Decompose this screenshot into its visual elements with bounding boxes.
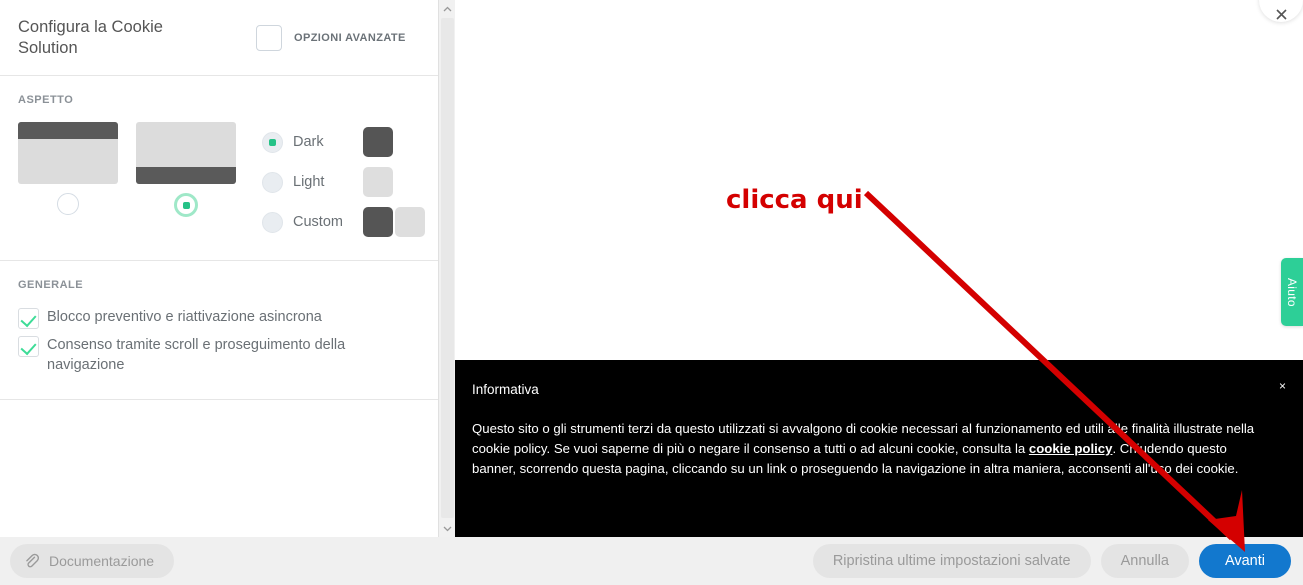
layout-radio-top[interactable] bbox=[57, 193, 79, 215]
layout-choices bbox=[18, 122, 254, 217]
option-consenso-scroll[interactable]: Consenso tramite scroll e proseguimento … bbox=[18, 335, 420, 375]
app-root: Configura la Cookie Solution OPZIONI AVA… bbox=[0, 0, 1303, 585]
theme-label-dark: Dark bbox=[293, 134, 324, 150]
advanced-options-label: OPZIONI AVANZATE bbox=[294, 31, 406, 44]
cookie-banner: Informativa Questo sito o gli strumenti … bbox=[455, 360, 1303, 537]
checkbox-consenso-scroll[interactable] bbox=[18, 336, 39, 357]
close-icon[interactable] bbox=[1259, 0, 1303, 22]
layout-option-banner-top[interactable] bbox=[18, 122, 118, 217]
generale-section: GENERALE Blocco preventivo e riattivazio… bbox=[0, 261, 438, 400]
preview-area: Aiuto Informativa Questo sito o gli stru… bbox=[455, 0, 1303, 537]
chevron-up-icon[interactable] bbox=[439, 0, 456, 17]
next-button[interactable]: Avanti bbox=[1198, 544, 1291, 578]
theme-swatch-custom-fg[interactable] bbox=[395, 207, 425, 237]
checkbox-blocco-preventivo[interactable] bbox=[18, 308, 39, 329]
documentation-label: Documentazione bbox=[49, 553, 155, 569]
theme-swatch-dark[interactable] bbox=[363, 127, 393, 157]
theme-choices: Dark Light Custom bbox=[262, 122, 425, 242]
theme-swatch-light[interactable] bbox=[363, 167, 393, 197]
layout-preview-bottom[interactable] bbox=[136, 122, 236, 184]
paperclip-icon bbox=[24, 553, 40, 569]
cookie-banner-close-icon[interactable]: × bbox=[1279, 380, 1286, 392]
layout-radio-bottom[interactable] bbox=[174, 193, 198, 217]
scrollbar-thumb[interactable] bbox=[441, 18, 454, 518]
documentation-button[interactable]: Documentazione bbox=[10, 544, 175, 578]
help-tab[interactable]: Aiuto bbox=[1281, 258, 1303, 326]
layout-option-banner-bottom[interactable] bbox=[136, 122, 236, 217]
option-blocco-preventivo[interactable]: Blocco preventivo e riattivazione asincr… bbox=[18, 307, 420, 329]
layout-preview-top[interactable] bbox=[18, 122, 118, 184]
advanced-options-checkbox[interactable] bbox=[256, 24, 282, 51]
chevron-down-icon[interactable] bbox=[439, 520, 456, 537]
theme-radio-custom[interactable] bbox=[262, 211, 283, 233]
cancel-button[interactable]: Annulla bbox=[1100, 544, 1189, 578]
cookie-banner-title: Informativa bbox=[472, 382, 539, 397]
layout-bar bbox=[18, 122, 118, 139]
theme-label-custom: Custom bbox=[293, 214, 343, 230]
generale-section-title: GENERALE bbox=[18, 279, 84, 291]
panel-scrollbar[interactable] bbox=[438, 0, 455, 537]
cookie-policy-link[interactable]: cookie policy bbox=[1029, 441, 1113, 456]
theme-swatch-custom-bg[interactable] bbox=[363, 207, 393, 237]
theme-radio-dark[interactable] bbox=[262, 131, 283, 153]
theme-option-dark[interactable]: Dark bbox=[262, 122, 425, 162]
cookie-banner-body: Questo sito o gli strumenti terzi da que… bbox=[472, 419, 1272, 479]
theme-option-custom[interactable]: Custom bbox=[262, 202, 425, 242]
help-tab-label: Aiuto bbox=[1285, 277, 1299, 307]
restore-settings-button[interactable]: Ripristina ultime impostazioni salvate bbox=[812, 544, 1091, 578]
aspetto-section-title: ASPETTO bbox=[18, 94, 74, 106]
theme-label-light: Light bbox=[293, 174, 325, 190]
config-panel: Configura la Cookie Solution OPZIONI AVA… bbox=[0, 0, 438, 537]
aspetto-section: ASPETTO Dark Light Custom bbox=[0, 76, 438, 261]
label-blocco-preventivo: Blocco preventivo e riattivazione asincr… bbox=[47, 309, 322, 325]
theme-option-light[interactable]: Light bbox=[262, 162, 425, 202]
label-consenso-scroll: Consenso tramite scroll e proseguimento … bbox=[47, 337, 346, 373]
theme-radio-light[interactable] bbox=[262, 171, 283, 193]
advanced-options-toggle[interactable]: OPZIONI AVANZATE bbox=[256, 24, 406, 51]
layout-bar bbox=[136, 167, 236, 184]
footer-toolbar: Documentazione Ripristina ultime imposta… bbox=[0, 537, 1303, 585]
page-title: Configura la Cookie Solution bbox=[18, 17, 163, 57]
panel-header: Configura la Cookie Solution OPZIONI AVA… bbox=[0, 0, 438, 76]
